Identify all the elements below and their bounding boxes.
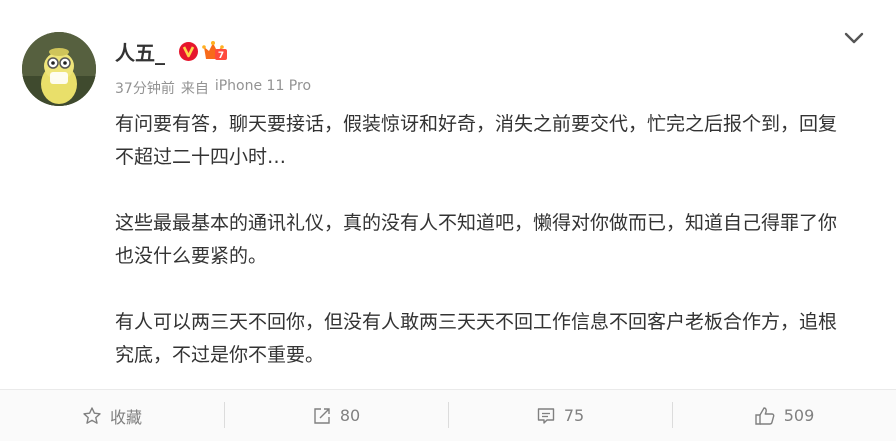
star-icon [82,406,102,426]
like-count: 509 [783,406,815,425]
repost-button[interactable]: 80 [224,390,448,441]
chevron-down-icon[interactable] [842,28,866,48]
post-time[interactable]: 37分钟前 [115,78,175,98]
comment-button[interactable]: 75 [448,390,672,441]
post-meta: 37分钟前 来自 iPhone 11 Pro [115,78,311,98]
member-crown-icon[interactable]: 7 [202,40,228,62]
post-paragraph: 这些最最基本的通讯礼仪，真的没有人不知道吧，懒得对你做而已，知道自己得罪了你也没… [115,212,838,267]
post-paragraph: 有人可以两三天不回你，但没有人敢两三天天不回工作信息不回客户老板合作方，追根究底… [115,311,838,366]
source-device[interactable]: iPhone 11 Pro [215,78,311,98]
avatar[interactable] [22,32,96,106]
favorite-button[interactable]: 收藏 [0,390,224,441]
post-paragraph: 有问要有答，聊天要接话，假装惊讶和好奇，消失之前要交代，忙完之后报个到，回复不超… [115,113,838,168]
comment-count: 75 [563,406,585,425]
favorite-label: 收藏 [109,407,142,427]
verified-v-icon [179,41,198,61]
svg-text:7: 7 [218,51,224,61]
repost-count: 80 [339,406,361,425]
author-name[interactable]: 人五_ [115,37,165,66]
like-icon [754,406,776,426]
comment-icon [536,406,556,426]
repost-icon [312,406,332,426]
post-content: 有问要有答，聊天要接话，假装惊讶和好奇，消失之前要交代，忙完之后报个到，回复不超… [115,108,855,405]
action-toolbar: 收藏 80 75 509 [0,389,896,441]
like-button[interactable]: 509 [672,390,896,441]
source-prefix: 来自 [180,81,209,97]
